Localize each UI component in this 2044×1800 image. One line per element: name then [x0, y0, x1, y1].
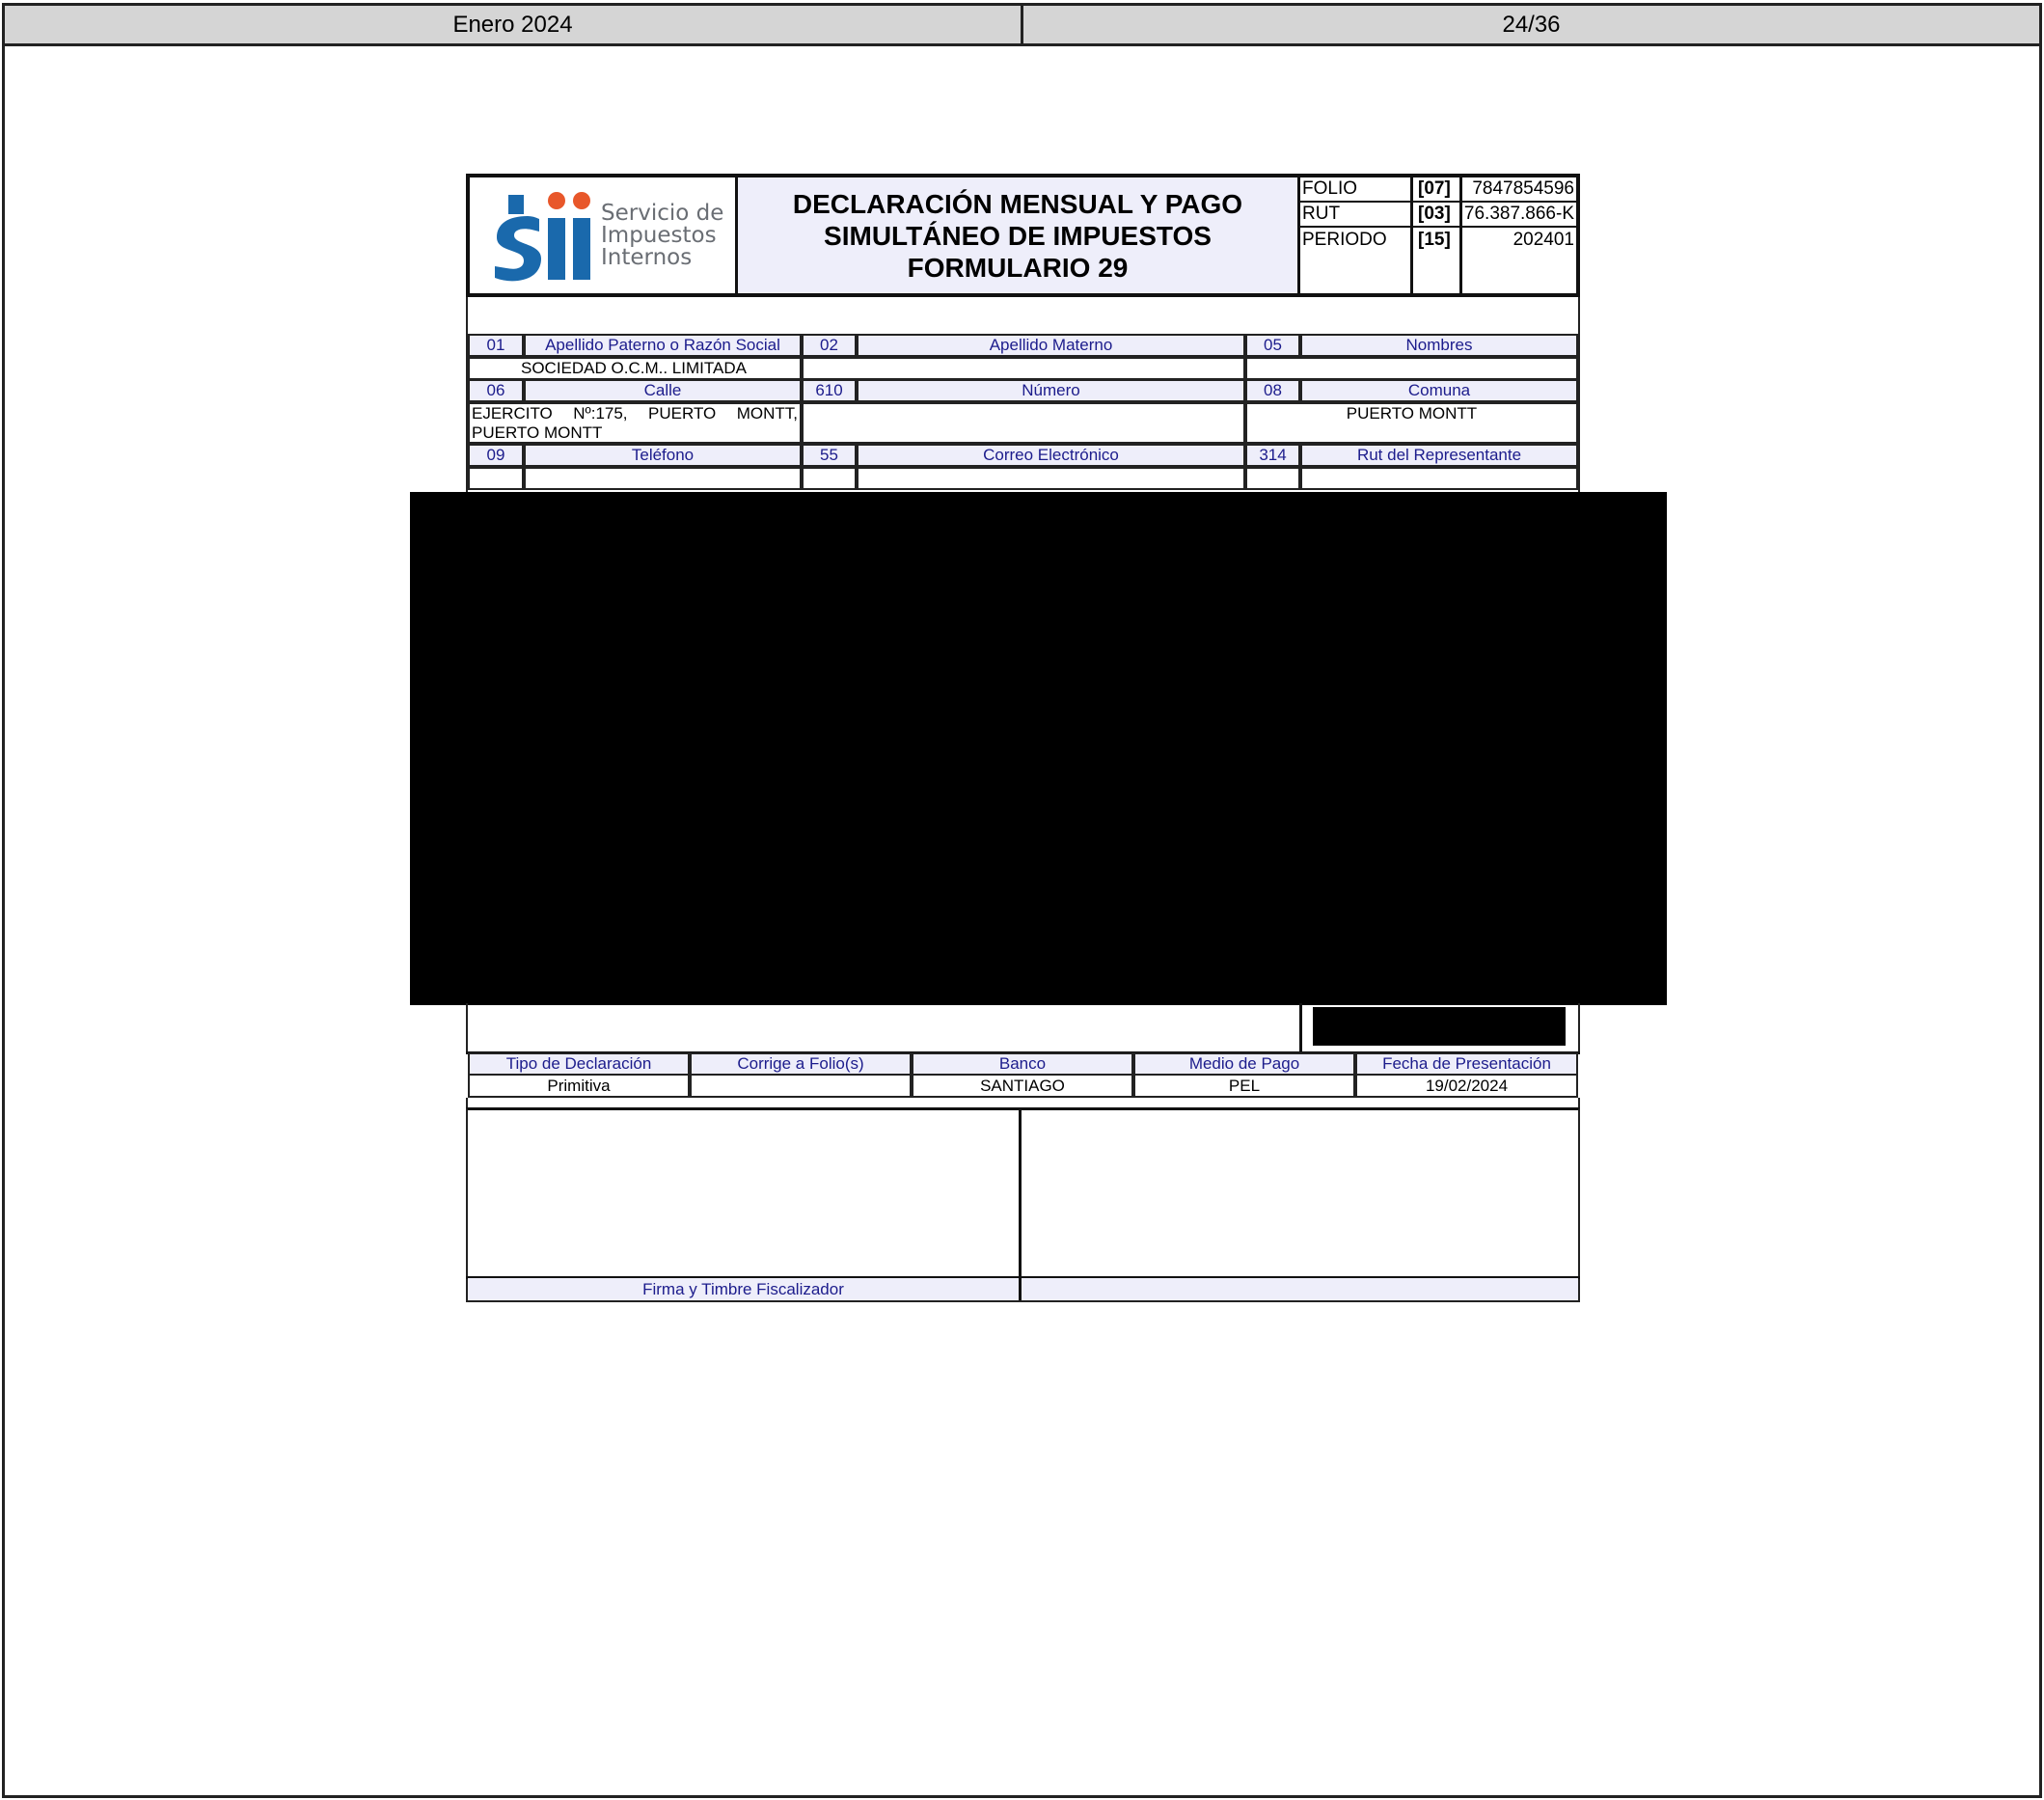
corrige-folio-value	[690, 1074, 912, 1098]
periodo-row: PERIODO [15] 202401	[1300, 228, 1576, 253]
rut-value: 76.387.866-K	[1463, 204, 1574, 224]
periodo-label: PERIODO	[1302, 230, 1387, 250]
folio-value: 7847854596	[1472, 178, 1574, 199]
folio-code: [07]	[1418, 178, 1451, 199]
code-610: 610	[802, 379, 857, 402]
header-period: Enero 2024	[452, 11, 573, 38]
sii-logo-icon	[495, 192, 590, 282]
label-calle: Calle	[524, 379, 802, 402]
summary-divider	[1299, 1003, 1302, 1053]
banco-value: SANTIAGO	[912, 1074, 1133, 1098]
label-telefono: Teléfono	[524, 444, 802, 467]
code-05: 05	[1245, 334, 1300, 357]
label-firma-fiscalizador: Firma y Timbre Fiscalizador	[468, 1278, 1019, 1300]
sii-logo-text: Servicio de Impuestos Internos	[601, 200, 724, 270]
apellido-materno-value	[802, 357, 1245, 380]
code-08: 08	[1245, 379, 1300, 402]
label-comuna: Comuna	[1300, 379, 1578, 402]
telefono-code-value	[468, 467, 524, 490]
rut-rep-code-value	[1245, 467, 1300, 490]
code-314: 314	[1245, 444, 1300, 467]
label-corrige-folio: Corrige a Folio(s)	[690, 1052, 912, 1076]
logo-line-2: Impuestos	[601, 222, 717, 248]
periodo-code: [15]	[1418, 230, 1451, 250]
page-header: Enero 2024 24/36	[2, 3, 2042, 46]
telefono-value	[524, 467, 802, 490]
rut-label: RUT	[1302, 204, 1341, 224]
tipo-declaracion-value: Primitiva	[468, 1074, 690, 1098]
label-tipo-declaracion: Tipo de Declaración	[468, 1052, 690, 1076]
form-title-line-3: FORMULARIO 29	[907, 252, 1129, 283]
logo-line-3: Internos	[601, 244, 693, 270]
logo-line-1: Servicio de	[601, 200, 724, 226]
comuna-value: PUERTO MONTT	[1245, 402, 1578, 444]
medio-pago-value: PEL	[1133, 1074, 1355, 1098]
calle-value: EJERCITO Nº:175, PUERTO MONTT, PUERTO MO…	[468, 402, 802, 444]
label-nombres: Nombres	[1300, 334, 1578, 357]
label-banco: Banco	[912, 1052, 1133, 1076]
label-medio-pago: Medio de Pago	[1133, 1052, 1355, 1076]
code-06: 06	[468, 379, 524, 402]
calle-line-2: PUERTO MONTT	[472, 423, 603, 442]
fecha-presentacion-value: 19/02/2024	[1355, 1074, 1578, 1098]
calle-line-1: EJERCITO Nº:175, PUERTO MONTT,	[472, 404, 798, 423]
folio-row: FOLIO [07] 7847854596	[1300, 177, 1576, 203]
periodo-value: 202401	[1513, 230, 1574, 250]
signature-divider	[1019, 1109, 1022, 1300]
rut-code: [03]	[1418, 204, 1451, 224]
nombres-value	[1245, 357, 1578, 380]
label-rut-representante: Rut del Representante	[1300, 444, 1578, 467]
form-title: DECLARACIÓN MENSUAL Y PAGO SIMULTÁNEO DE…	[735, 177, 1300, 293]
label-fecha-presentacion: Fecha de Presentación	[1355, 1052, 1578, 1076]
code-55: 55	[802, 444, 857, 467]
label-numero: Número	[857, 379, 1245, 402]
correo-value	[857, 467, 1245, 490]
redaction-block	[410, 492, 1667, 1005]
code-09: 09	[468, 444, 524, 467]
code-02: 02	[802, 334, 857, 357]
header-page-number: 24/36	[1021, 6, 2039, 43]
label-correo: Correo Electrónico	[857, 444, 1245, 467]
label-apellido-materno: Apellido Materno	[857, 334, 1245, 357]
folio-label: FOLIO	[1302, 178, 1358, 199]
code-01: 01	[468, 334, 524, 357]
form-title-line-2: SIMULTÁNEO DE IMPUESTOS	[824, 220, 1212, 251]
signature-area	[466, 1107, 1580, 1302]
numero-value	[802, 402, 1245, 444]
signature-right-label	[1022, 1278, 1578, 1300]
rut-row: RUT [03] 76.387.866-K	[1300, 203, 1576, 228]
form-meta: FOLIO [07] 7847854596 RUT [03] 76.387.86…	[1300, 177, 1576, 293]
label-razon-social: Apellido Paterno o Razón Social	[524, 334, 802, 357]
correo-code-value	[802, 467, 857, 490]
redaction-block-small	[1313, 1007, 1566, 1046]
sii-logo: Servicio de Impuestos Internos	[470, 177, 735, 293]
rut-representante-value	[1300, 467, 1578, 490]
razon-social-value: SOCIEDAD O.C.M.. LIMITADA	[468, 357, 802, 380]
form-title-line-1: DECLARACIÓN MENSUAL Y PAGO	[792, 188, 1243, 219]
